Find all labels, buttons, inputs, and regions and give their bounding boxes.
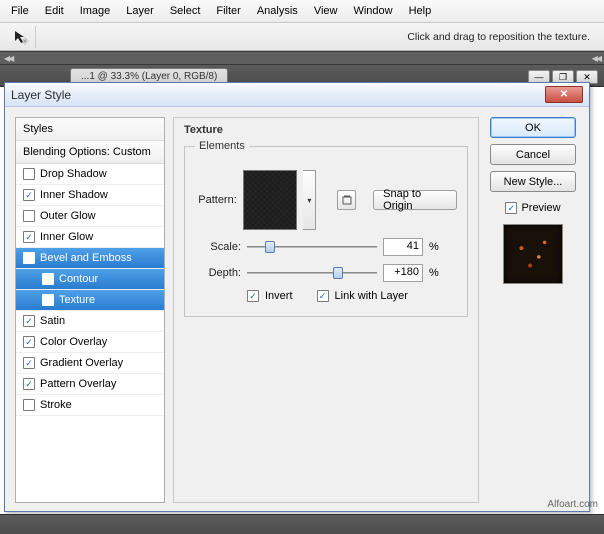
style-item-outer-glow[interactable]: Outer Glow xyxy=(16,206,164,227)
style-label: Texture xyxy=(59,294,95,306)
layer-style-dialog: Layer Style ✕ Styles Blending Options: C… xyxy=(4,82,590,512)
dialog-close-button[interactable]: ✕ xyxy=(545,86,583,103)
ok-button[interactable]: OK xyxy=(490,117,576,138)
style-label: Pattern Overlay xyxy=(40,378,116,390)
style-label: Stroke xyxy=(40,399,72,411)
panel-title: Texture xyxy=(184,124,468,136)
style-label: Inner Shadow xyxy=(40,189,108,201)
pattern-swatch[interactable] xyxy=(243,170,298,230)
style-label: Satin xyxy=(40,315,65,327)
style-checkbox[interactable] xyxy=(23,231,35,243)
dialog-buttons: OK Cancel New Style... Preview xyxy=(487,117,579,503)
depth-unit: % xyxy=(429,267,439,279)
bottom-panel-strip xyxy=(0,514,604,534)
depth-label: Depth: xyxy=(195,267,241,279)
style-label: Outer Glow xyxy=(40,210,96,222)
menu-file[interactable]: File xyxy=(4,2,36,20)
style-checkbox[interactable] xyxy=(42,273,54,285)
style-item-inner-shadow[interactable]: Inner Shadow xyxy=(16,185,164,206)
preview-thumbnail xyxy=(503,224,563,284)
style-item-pattern-overlay[interactable]: Pattern Overlay xyxy=(16,374,164,395)
blending-options-item[interactable]: Blending Options: Custom xyxy=(16,141,164,164)
style-checkbox[interactable] xyxy=(23,357,35,369)
styles-header[interactable]: Styles xyxy=(16,118,164,141)
style-checkbox[interactable] xyxy=(23,189,35,201)
menu-window[interactable]: Window xyxy=(346,2,399,20)
depth-value-input[interactable]: +180 xyxy=(383,264,423,282)
options-bar: Click and drag to reposition the texture… xyxy=(0,23,604,51)
menu-select[interactable]: Select xyxy=(163,2,208,20)
watermark: Alfoart.com xyxy=(547,499,598,510)
elements-group: Elements Pattern: ▾ Snap to Origin Scale… xyxy=(184,140,468,317)
style-checkbox[interactable] xyxy=(23,378,35,390)
invert-label: Invert xyxy=(265,290,293,302)
link-with-layer-checkbox[interactable] xyxy=(317,290,329,302)
elements-legend: Elements xyxy=(195,140,249,152)
style-checkbox[interactable] xyxy=(23,252,35,264)
cancel-button[interactable]: Cancel xyxy=(490,144,576,165)
scale-slider[interactable] xyxy=(247,240,377,254)
scale-unit: % xyxy=(429,241,439,253)
menu-bar: File Edit Image Layer Select Filter Anal… xyxy=(0,0,604,23)
panel-collapse-bar[interactable]: ◀◀ ◀◀ xyxy=(0,51,604,65)
style-label: Gradient Overlay xyxy=(40,357,123,369)
dialog-titlebar[interactable]: Layer Style ✕ xyxy=(5,83,589,107)
style-item-drop-shadow[interactable]: Drop Shadow xyxy=(16,164,164,185)
pattern-label: Pattern: xyxy=(195,194,237,206)
style-item-gradient-overlay[interactable]: Gradient Overlay xyxy=(16,353,164,374)
style-label: Bevel and Emboss xyxy=(40,252,132,264)
style-label: Contour xyxy=(59,273,98,285)
style-checkbox[interactable] xyxy=(23,336,35,348)
move-tool-icon[interactable] xyxy=(6,26,36,48)
texture-settings-panel: Texture Elements Pattern: ▾ Snap to Orig… xyxy=(173,117,479,503)
depth-slider[interactable] xyxy=(247,266,377,280)
toolbar-help-text: Click and drag to reposition the texture… xyxy=(407,31,590,43)
style-item-color-overlay[interactable]: Color Overlay xyxy=(16,332,164,353)
style-item-bevel-and-emboss[interactable]: Bevel and Emboss xyxy=(16,248,164,269)
preview-checkbox[interactable] xyxy=(505,202,517,214)
style-label: Color Overlay xyxy=(40,336,107,348)
scale-value-input[interactable]: 41 xyxy=(383,238,423,256)
style-label: Drop Shadow xyxy=(40,168,107,180)
style-checkbox[interactable] xyxy=(23,168,35,180)
preview-label: Preview xyxy=(521,202,560,214)
style-item-texture[interactable]: Texture xyxy=(16,290,164,311)
style-label: Inner Glow xyxy=(40,231,93,243)
menu-analysis[interactable]: Analysis xyxy=(250,2,305,20)
style-checkbox[interactable] xyxy=(42,294,54,306)
menu-filter[interactable]: Filter xyxy=(209,2,247,20)
style-checkbox[interactable] xyxy=(23,210,35,222)
style-item-stroke[interactable]: Stroke xyxy=(16,395,164,416)
invert-checkbox[interactable] xyxy=(247,290,259,302)
style-checkbox[interactable] xyxy=(23,315,35,327)
style-item-contour[interactable]: Contour xyxy=(16,269,164,290)
scale-label: Scale: xyxy=(195,241,241,253)
style-checkbox[interactable] xyxy=(23,399,35,411)
pattern-dropdown-icon[interactable]: ▾ xyxy=(303,170,316,230)
menu-image[interactable]: Image xyxy=(73,2,118,20)
collapse-right-icon: ◀◀ xyxy=(592,54,600,63)
style-item-satin[interactable]: Satin xyxy=(16,311,164,332)
style-item-inner-glow[interactable]: Inner Glow xyxy=(16,227,164,248)
menu-edit[interactable]: Edit xyxy=(38,2,71,20)
dialog-title: Layer Style xyxy=(11,88,71,102)
link-with-layer-label: Link with Layer xyxy=(335,290,408,302)
menu-layer[interactable]: Layer xyxy=(119,2,161,20)
menu-help[interactable]: Help xyxy=(402,2,439,20)
new-preset-icon[interactable] xyxy=(337,190,355,210)
new-style-button[interactable]: New Style... xyxy=(490,171,576,192)
styles-list: Styles Blending Options: Custom Drop Sha… xyxy=(15,117,165,503)
snap-to-origin-button[interactable]: Snap to Origin xyxy=(373,190,457,210)
collapse-left-icon: ◀◀ xyxy=(4,54,12,63)
menu-view[interactable]: View xyxy=(307,2,345,20)
